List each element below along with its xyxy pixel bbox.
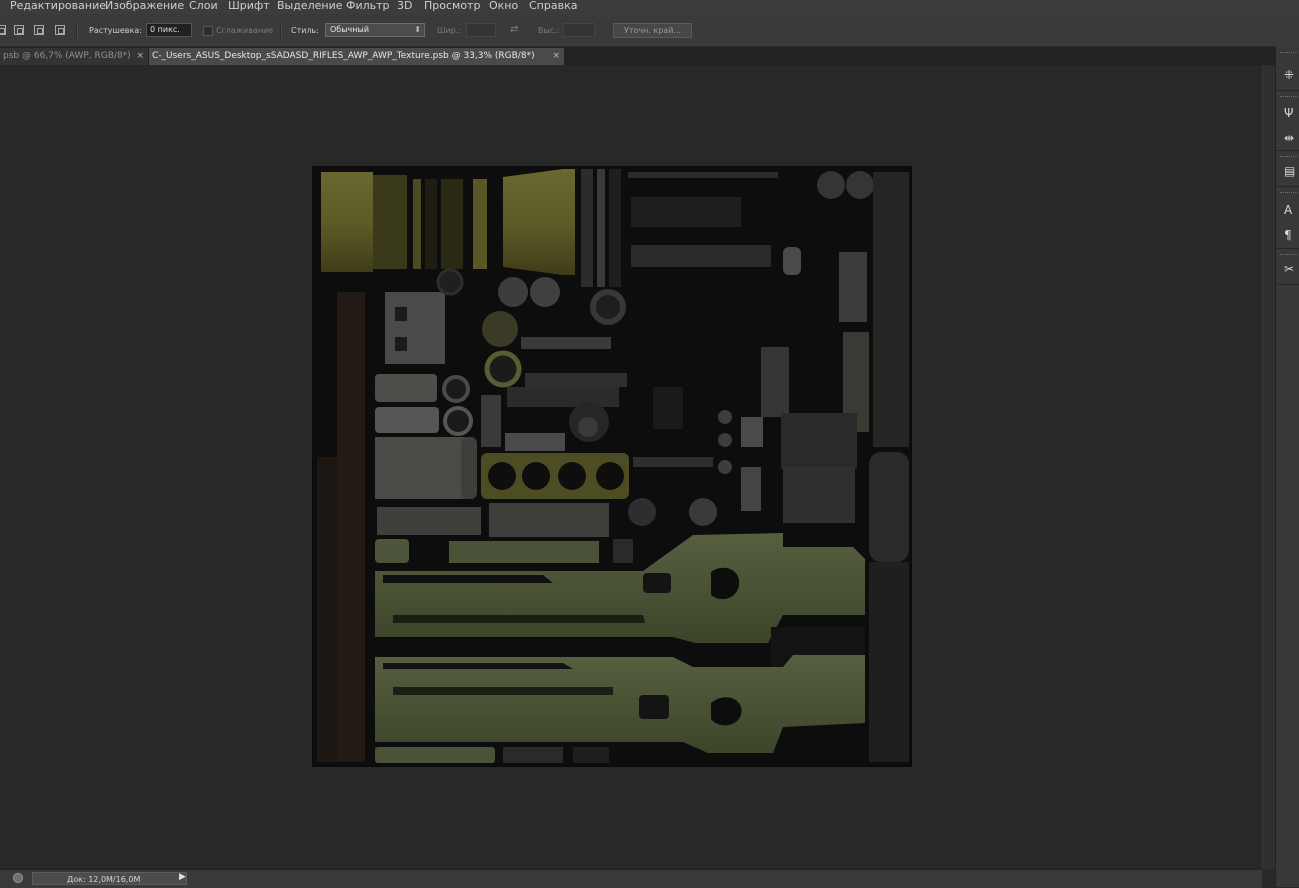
panel-grip[interactable]: [1280, 156, 1298, 159]
divider: [76, 23, 78, 39]
chevron-down-icon: ⬍: [414, 25, 421, 34]
vertical-scrollbar[interactable]: [1262, 65, 1276, 869]
tools-icon[interactable]: ✂: [1284, 262, 1299, 276]
feather-input[interactable]: 0 пикс.: [146, 23, 192, 37]
divider: [1276, 150, 1299, 151]
tab-awp-psb[interactable]: psb @ 66,7% (AWP, RGB/8*) ×: [0, 48, 148, 65]
subtract-from-selection-icon[interactable]: [34, 25, 44, 35]
globe-icon[interactable]: [13, 873, 23, 883]
close-icon[interactable]: ×: [552, 48, 560, 65]
panel-grip[interactable]: [1280, 52, 1298, 55]
width-input[interactable]: [466, 23, 496, 37]
menu-select[interactable]: Выделение: [277, 0, 343, 12]
adjustments-icon[interactable]: ⇹: [1284, 131, 1299, 145]
texture-document-canvas[interactable]: [313, 167, 911, 766]
width-label: Шир.:: [437, 26, 462, 35]
divider: [1276, 284, 1299, 285]
refine-edge-button[interactable]: Уточн. край...: [613, 23, 692, 38]
panel-grip[interactable]: [1280, 96, 1298, 99]
antialias-checkbox[interactable]: [203, 26, 213, 36]
height-input[interactable]: [563, 23, 595, 37]
history-icon[interactable]: ⁜: [1284, 68, 1299, 82]
menu-help[interactable]: Справка: [529, 0, 577, 12]
tab-awp-texture[interactable]: C-_Users_ASUS_Desktop_sSADASD_RIFLES_AWP…: [149, 48, 564, 65]
status-bar: Док: 12,0M/16,0M ▶: [0, 869, 1262, 888]
character-icon[interactable]: A: [1284, 203, 1299, 217]
document-tabs: psb @ 66,7% (AWP, RGB/8*) × C-_Users_ASU…: [0, 47, 1275, 65]
menu-window[interactable]: Окно: [489, 0, 518, 12]
panel-grip[interactable]: [1280, 254, 1298, 257]
intersect-selection-icon[interactable]: [55, 25, 65, 35]
divider: [1276, 248, 1299, 249]
doc-size-info[interactable]: Док: 12,0M/16,0M: [32, 872, 187, 885]
menu-edit[interactable]: Редактирование: [10, 0, 106, 12]
menu-image[interactable]: Изображение: [105, 0, 184, 12]
menu-type[interactable]: Шрифт: [228, 0, 270, 12]
feather-label: Растушевка:: [89, 26, 142, 35]
new-selection-icon[interactable]: [0, 25, 6, 35]
style-label: Стиль:: [291, 26, 319, 35]
divider: [1276, 186, 1299, 187]
menu-bar: Редактирование Изображение Слои Шрифт Вы…: [0, 0, 1299, 14]
height-label: Выс.:: [538, 26, 560, 35]
menu-layers[interactable]: Слои: [189, 0, 218, 12]
divider: [280, 23, 282, 39]
menu-3d[interactable]: 3D: [397, 0, 412, 12]
add-to-selection-icon[interactable]: [14, 25, 24, 35]
tab-label: psb @ 66,7% (AWP, RGB/8*): [3, 51, 131, 61]
awp-texture-image: [313, 167, 911, 766]
menu-view[interactable]: Просмотр: [424, 0, 480, 12]
layers-icon[interactable]: ▤: [1284, 164, 1299, 178]
menu-filter[interactable]: Фильтр: [346, 0, 390, 12]
panel-grip[interactable]: [1280, 192, 1298, 195]
swap-icon[interactable]: ⇄: [510, 24, 518, 35]
paragraph-icon[interactable]: ¶: [1284, 228, 1299, 242]
antialias-label: Сглаживание: [216, 26, 274, 35]
style-select-value: Обычный: [330, 25, 370, 34]
close-icon[interactable]: ×: [136, 48, 144, 65]
right-panel-dock: ⁜ Ψ ⇹ ▤ A ¶ ✂: [1275, 46, 1299, 887]
tab-label: C-_Users_ASUS_Desktop_sSADASD_RIFLES_AWP…: [152, 51, 535, 61]
brush-settings-icon[interactable]: Ψ: [1284, 106, 1299, 120]
options-bar: Растушевка: 0 пикс. Сглаживание Стиль: О…: [0, 14, 1299, 47]
play-arrow-icon[interactable]: ▶: [179, 872, 186, 882]
divider: [1276, 90, 1299, 91]
style-select[interactable]: Обычный ⬍: [325, 23, 425, 37]
